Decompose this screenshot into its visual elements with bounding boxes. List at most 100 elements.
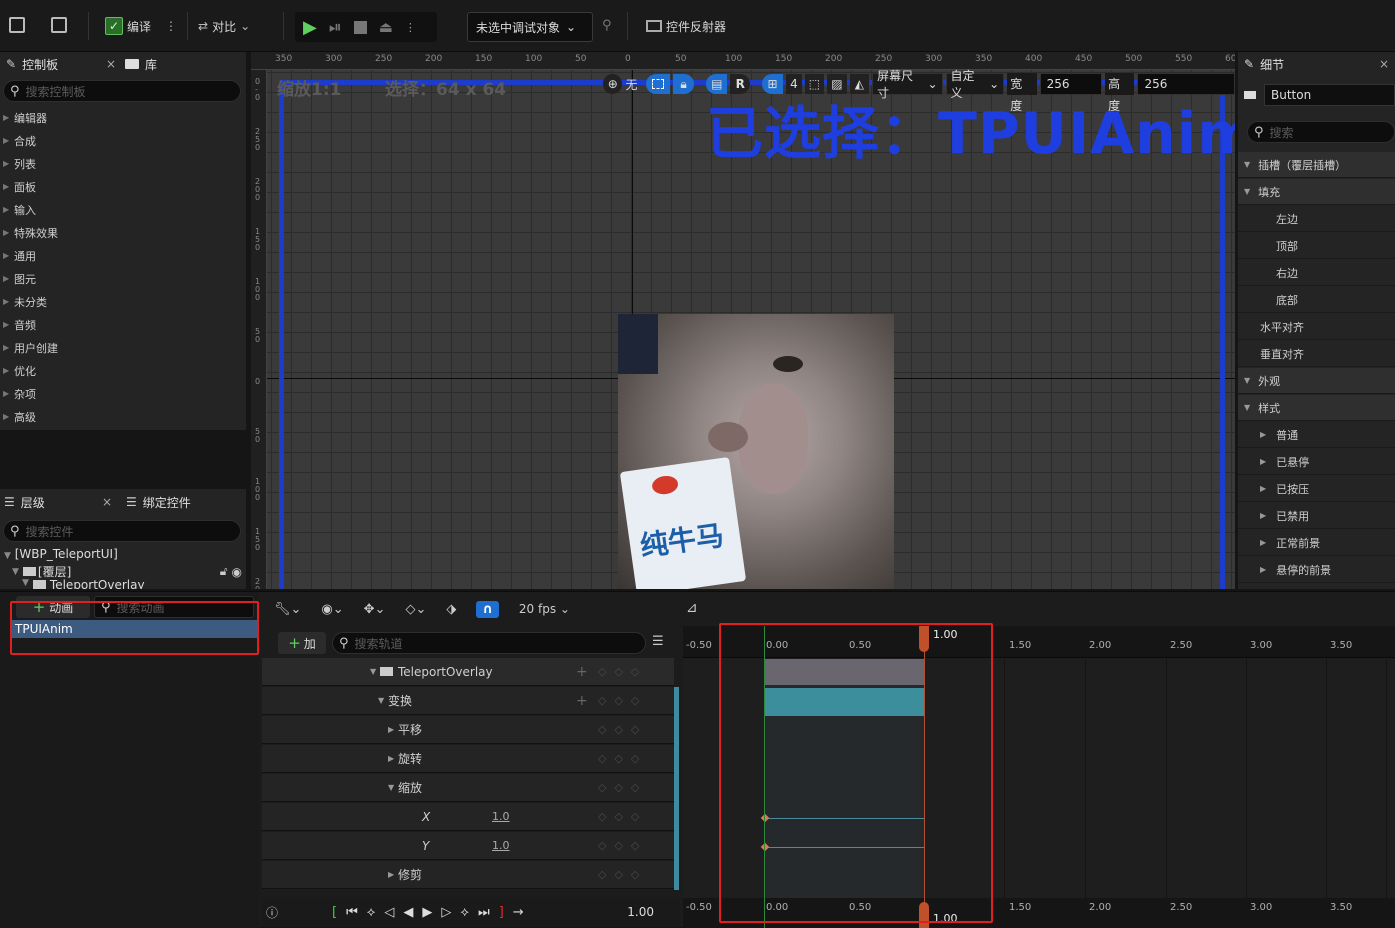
track-row[interactable]: ▼ TeleportOverlay ◇◇◇ + [262, 658, 674, 686]
style-item-row[interactable]: ▶ 悬停的前景 [1238, 557, 1395, 583]
chevron-down-icon[interactable]: ▼ [378, 696, 384, 705]
h-align-row[interactable]: 水平对齐 [1238, 314, 1395, 340]
diff-button[interactable]: ⇄ 对比 ⌄ [198, 13, 250, 39]
palette-category[interactable]: ▶ 图元 [0, 267, 245, 290]
compile-button[interactable]: ✓ 编译 ⋮ [105, 13, 177, 39]
play-icon[interactable]: ▶ [422, 905, 432, 920]
details-search-input[interactable]: ⚲ 搜索 [1247, 121, 1395, 143]
key-nav-icons[interactable]: ◇◇◇ [598, 752, 647, 765]
padding-section-header[interactable]: ▼ 填充 [1238, 179, 1395, 205]
next-key-icon[interactable]: ⟡ [460, 905, 469, 920]
width-input[interactable]: 256 [1039, 73, 1103, 95]
palette-category[interactable]: ▶ 输入 [0, 198, 245, 221]
palette-category[interactable]: ▶ 合成 [0, 129, 245, 152]
screen-size-dropdown[interactable]: 屏幕尺寸 ⌄ [872, 69, 943, 100]
current-time-field[interactable]: 1.00 [627, 905, 654, 919]
padding-bottom-row[interactable]: 底部 [1238, 287, 1395, 313]
track-row[interactable]: Y 1.0 ◇◇◇ [262, 832, 674, 860]
button-preview-image[interactable]: 纯牛马 [618, 314, 894, 589]
appearance-section-header[interactable]: ▼ 外观 [1238, 368, 1395, 394]
chevron-right-icon[interactable]: ▶ [388, 870, 394, 879]
info-icon[interactable]: ⓘ [266, 904, 278, 921]
style-item-row[interactable]: ▶ 正常前景 [1238, 530, 1395, 556]
loop-icon[interactable]: → [513, 905, 524, 920]
track-row[interactable]: ▼ 缩放 ◇◇◇ [262, 774, 674, 802]
tab-palette[interactable]: ✎ 控制板 × [6, 52, 116, 76]
wrench-icon[interactable]: 🔧︎⌄ [274, 602, 301, 617]
key-nav-icons[interactable]: ◇◇◇ [598, 781, 647, 794]
style-item-row[interactable]: ▶ 普通 [1238, 422, 1395, 448]
grid-icon[interactable]: ⊞ [761, 74, 784, 94]
key-nav-icons[interactable]: ◇◇◇ [598, 839, 647, 852]
hierarchy-search-input[interactable]: ⚲ 搜索控件 [3, 520, 241, 542]
track-value-field[interactable]: 1.0 [492, 839, 510, 852]
eye-icon[interactable]: ◉ [232, 565, 242, 579]
stop-icon[interactable] [353, 20, 367, 34]
step-forward-icon[interactable]: ▷ [441, 905, 451, 920]
lock-icon[interactable]: 🔒︎ [672, 74, 695, 94]
prev-key-icon[interactable]: ⟡ [367, 905, 376, 920]
triangle-icon[interactable]: ◭ [849, 74, 870, 94]
globe-icon[interactable]: ⊕ [603, 74, 623, 94]
designer-viewport[interactable]: 350 300 250 200 150 100 50 0 50 100 150 200 250 300 35… [251, 52, 1235, 589]
key-nav-icons[interactable]: ◇◇◇ [598, 694, 647, 707]
track-row[interactable]: ▶ 旋转 ◇◇◇ [262, 745, 674, 773]
respect-locks-button[interactable]: R [730, 74, 750, 94]
play-reverse-icon[interactable]: ◀ [403, 905, 413, 920]
to-start-icon[interactable]: ⏮ [346, 905, 358, 920]
eye-icon[interactable]: ◉⌄ [321, 602, 343, 617]
play-options-icon[interactable]: ⋮ [405, 21, 416, 34]
to-end-icon[interactable]: ⏭ [478, 905, 490, 920]
style-section-header[interactable]: ▼ 样式 [1238, 395, 1395, 421]
debug-filter-icon[interactable]: ⚲ [602, 18, 612, 33]
close-icon[interactable]: × [106, 57, 116, 71]
keyframe-icon[interactable]: ◇⌄ [405, 602, 426, 617]
track-value-field[interactable]: 1.0 [492, 810, 510, 823]
chevron-down-icon[interactable]: ▼ [370, 667, 376, 676]
chevron-right-icon[interactable]: ▶ [388, 725, 394, 734]
snap-key-icon[interactable]: ⬗ [446, 602, 456, 617]
track-row[interactable]: ▶ 修剪 ◇◇◇ [262, 861, 674, 889]
palette-category[interactable]: ▶ 通用 [0, 244, 245, 267]
track-row[interactable]: ▶ 平移 ◇◇◇ [262, 716, 674, 744]
tab-bind-widgets[interactable]: ☰ 绑定控件 [126, 490, 191, 514]
key-nav-icons[interactable]: ◇◇◇ [598, 810, 647, 823]
play-icon[interactable]: ▶ [303, 17, 317, 38]
hierarchy-root[interactable]: ▼ [WBP_TeleportUI] [4, 547, 118, 561]
palette-category[interactable]: ▶ 列表 [0, 152, 245, 175]
palette-category[interactable]: ▶ 优化 [0, 359, 245, 382]
lock-icon[interactable]: 🔓︎ [220, 564, 228, 579]
close-icon[interactable]: × [102, 495, 112, 509]
track-row[interactable]: X 1.0 ◇◇◇ [262, 803, 674, 831]
style-item-row[interactable]: ▶ 已悬停 [1238, 449, 1395, 475]
save-icon[interactable] [9, 17, 25, 33]
curve-editor-icon[interactable]: ⊿ [686, 600, 698, 616]
more-options-icon[interactable]: ⋮ [165, 19, 177, 33]
key-nav-icons[interactable]: ◇◇◇ [598, 665, 647, 678]
debug-target-dropdown[interactable]: 未选中调试对象 ⌄ [467, 12, 593, 42]
fps-dropdown[interactable]: 20 fps ⌄ [519, 602, 570, 616]
v-align-row[interactable]: 垂直对齐 [1238, 341, 1395, 367]
range-start-icon[interactable]: [ [332, 905, 337, 920]
tab-details[interactable]: ✎ 细节 × [1244, 52, 1389, 76]
eject-icon[interactable]: ⏏ [379, 18, 393, 36]
image-icon[interactable]: ▨ [827, 74, 847, 94]
browse-icon[interactable] [51, 17, 67, 33]
layout-icon[interactable]: ▤ [706, 74, 728, 94]
add-icon[interactable]: + [576, 693, 588, 709]
style-item-row[interactable]: ▶ 已按压 [1238, 476, 1395, 502]
chevron-right-icon[interactable]: ▶ [388, 754, 394, 763]
height-input[interactable]: 256 [1137, 73, 1235, 95]
track-row[interactable]: ▼ 变换 ◇◇◇ + [262, 687, 674, 715]
widget-name-field[interactable]: Button [1264, 84, 1395, 106]
step-icon[interactable]: ⏯ [329, 17, 342, 37]
close-icon[interactable]: × [1379, 57, 1389, 71]
palette-category[interactable]: ▶ 面板 [0, 175, 245, 198]
magnet-icon[interactable]: ∩ [476, 600, 499, 618]
tab-library[interactable]: 库 [125, 52, 157, 76]
slot-section-header[interactable]: ▼ 插槽（覆层插槽） [1238, 152, 1395, 178]
add-icon[interactable]: + [576, 664, 588, 680]
padding-right-row[interactable]: 右边 [1238, 260, 1395, 286]
palette-category[interactable]: ▶ 用户创建 [0, 336, 245, 359]
cursor-icon[interactable]: ⬚ [804, 74, 825, 94]
